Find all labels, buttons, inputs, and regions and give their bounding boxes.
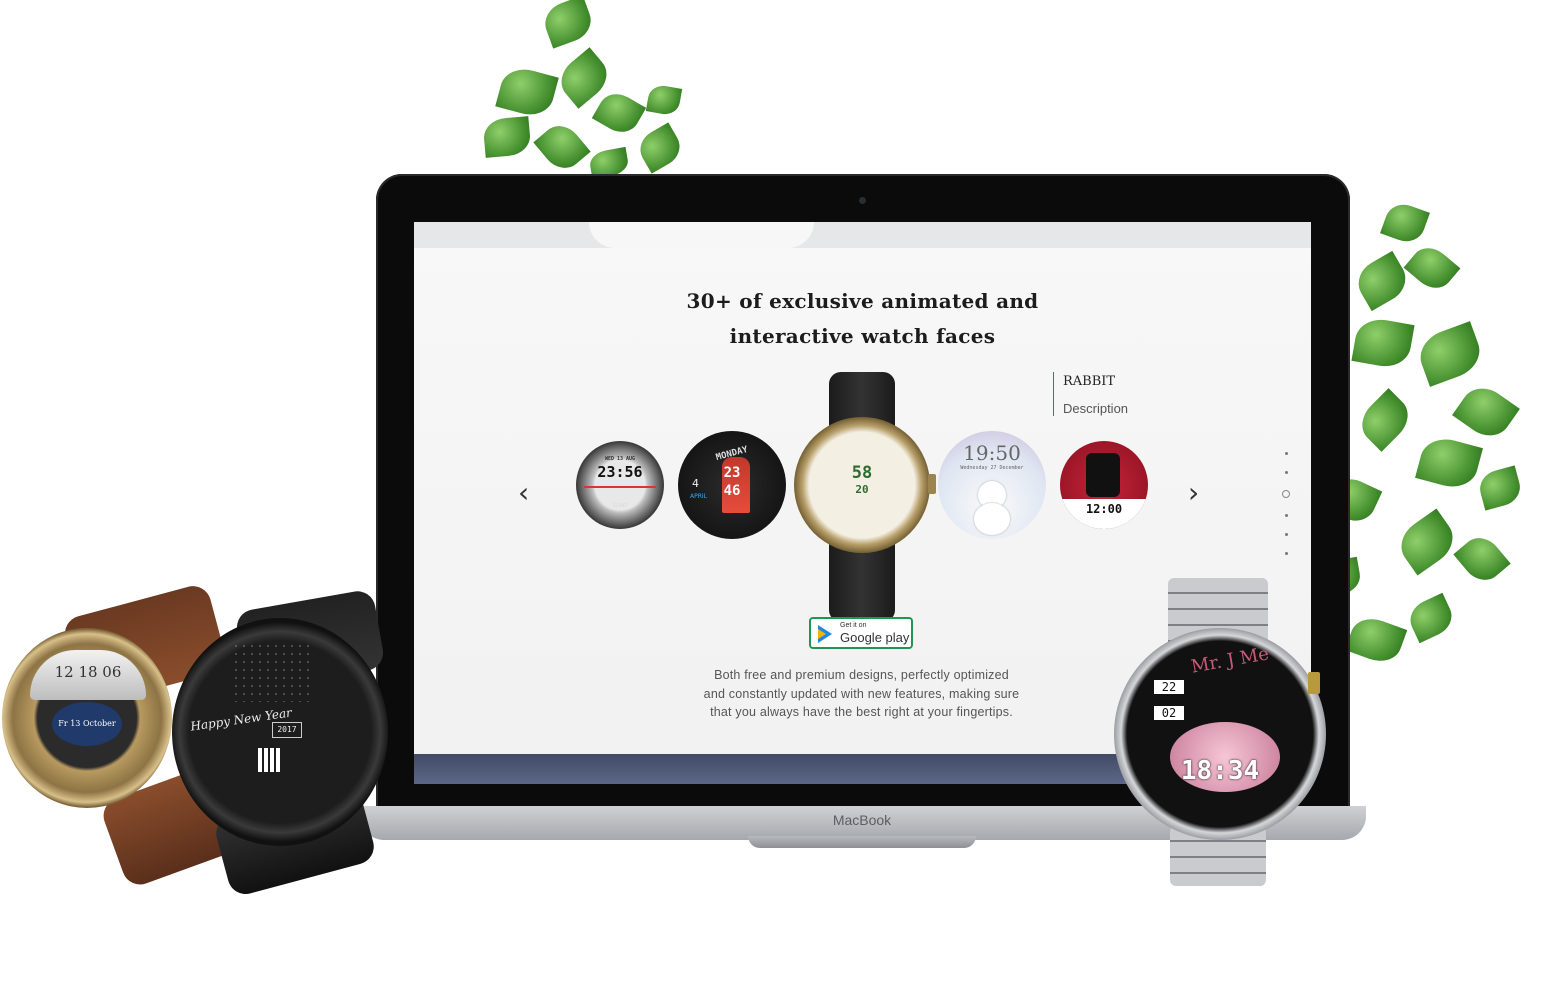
thumb-5-time: 12:00: [1085, 502, 1123, 516]
black-watch-year: 2017: [272, 722, 302, 738]
desc-line-1: Both free and premium designs, perfectly…: [714, 668, 1009, 682]
browser-top-bar: [414, 222, 1311, 248]
page-dot[interactable]: [1284, 533, 1288, 536]
watch-face-thumb-1[interactable]: WED 13 AUG 23:56 12487: [576, 441, 664, 529]
play-badge-label: Google play: [840, 630, 910, 645]
watch-crown: [928, 474, 936, 494]
thumb-2-date: 4: [692, 477, 699, 490]
steel-watch-day: 22: [1154, 680, 1184, 694]
watch-strap-bottom: [829, 542, 895, 622]
gold-watch-date: Fr 13 October: [52, 702, 122, 746]
main-face-hour: 58: [851, 463, 873, 483]
laptop-hinge-notch: [748, 836, 976, 848]
thumb-4-date: Wednesday 27 December: [960, 465, 1024, 471]
desc-line-2: and constantly updated with new features…: [703, 686, 1020, 701]
steel-watch-month: 02: [1154, 706, 1184, 720]
play-store-icon-accent: [818, 629, 826, 639]
page-dot[interactable]: [1284, 471, 1288, 474]
watch-face-thumb-5[interactable]: 12:00: [1060, 441, 1148, 529]
chevron-right-icon[interactable]: ›: [1188, 478, 1199, 508]
title-line-2: interactive watch faces: [729, 324, 996, 348]
page-dot[interactable]: [1284, 514, 1288, 517]
page-dot[interactable]: [1284, 452, 1288, 455]
selected-face-divider: [1053, 372, 1054, 416]
thumb-4-time: 19:50: [963, 441, 1021, 465]
chevron-left-icon[interactable]: ‹: [518, 478, 529, 508]
title-line-1: 30+ of exclusive animated and: [686, 289, 1039, 313]
watch-face-main[interactable]: 58 20: [794, 417, 930, 553]
google-play-button[interactable]: Get it on Google play: [809, 617, 913, 649]
page-dot-active[interactable]: [1282, 490, 1290, 498]
page-title: 30+ of exclusive animated and interactiv…: [584, 284, 1141, 354]
webcam: [859, 197, 866, 204]
desc-line-3: that you always have the best right at y…: [710, 705, 1013, 719]
thumb-1-steps: 12487: [612, 503, 628, 509]
thumb-1-time: 23:56: [597, 463, 643, 481]
watch-face-thumb-4[interactable]: 19:50 Wednesday 27 December: [938, 431, 1046, 539]
pagination-dots: [1282, 452, 1290, 571]
selected-face-name: RABBIT: [1063, 374, 1116, 389]
main-face-minute: 20: [855, 483, 869, 496]
thumb-2-month: APRIL: [690, 493, 708, 500]
top-cap: [589, 222, 814, 248]
watch-face-thumb-2[interactable]: MONDAY 23 46 4 APRIL: [678, 431, 786, 539]
laptop-brand: MacBook: [832, 812, 892, 828]
thumb-1-top: WED 13 AUG: [604, 456, 636, 462]
feature-description: Both free and premium designs, perfectly…: [654, 666, 1069, 722]
play-badge-small: Get it on: [840, 622, 867, 629]
selected-face-description: Description: [1063, 401, 1129, 416]
page-dot[interactable]: [1284, 552, 1288, 555]
steel-watch-time: 18:34: [1180, 756, 1260, 786]
